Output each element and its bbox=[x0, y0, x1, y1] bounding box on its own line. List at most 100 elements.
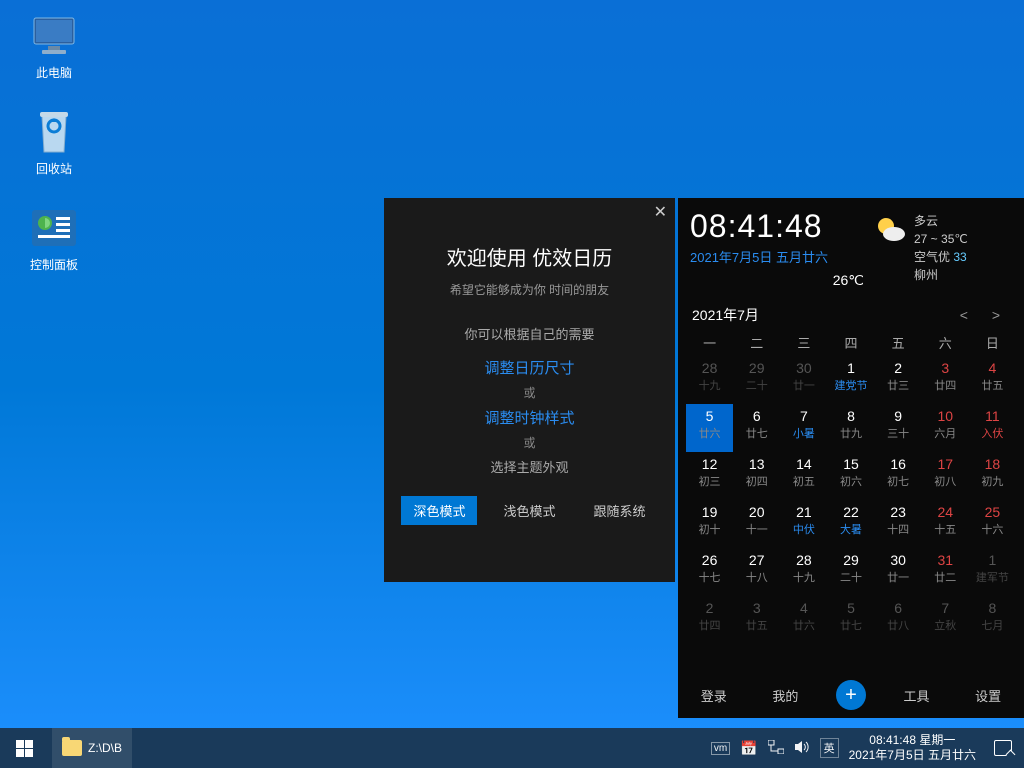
calendar-day[interactable]: 16初七 bbox=[875, 452, 922, 500]
folder-icon bbox=[62, 740, 82, 756]
clock-time: 08:41:48 bbox=[690, 208, 872, 245]
desktop-icon-recycle-bin[interactable]: 回收站 bbox=[16, 108, 92, 177]
weekday: 五 bbox=[875, 333, 922, 352]
calendar-day[interactable]: 2廿四 bbox=[686, 596, 733, 644]
calendar-day[interactable]: 8七月 bbox=[969, 596, 1016, 644]
tab-mine[interactable]: 我的 bbox=[764, 680, 806, 711]
vm-icon[interactable]: vm bbox=[711, 742, 730, 755]
volume-icon[interactable] bbox=[794, 740, 810, 757]
tab-settings[interactable]: 设置 bbox=[967, 680, 1009, 711]
weather-condition: 多云 bbox=[914, 212, 968, 230]
weather-icon bbox=[872, 212, 908, 248]
calendar-day[interactable]: 12初三 bbox=[686, 452, 733, 500]
calendar-day[interactable]: 3廿五 bbox=[733, 596, 780, 644]
calendar-day[interactable]: 7立秋 bbox=[922, 596, 969, 644]
theme-follow-button[interactable]: 跟随系统 bbox=[582, 496, 658, 525]
calendar-day[interactable]: 9三十 bbox=[875, 404, 922, 452]
calendar-day[interactable]: 14初五 bbox=[780, 452, 827, 500]
ime-indicator[interactable]: 英 bbox=[820, 738, 839, 758]
theme-prompt: 选择主题外观 bbox=[396, 457, 663, 476]
month-label[interactable]: 2021年7月 bbox=[692, 305, 759, 325]
weather-aqi: 33 bbox=[953, 250, 966, 264]
computer-icon bbox=[30, 12, 78, 60]
network-icon[interactable] bbox=[768, 740, 784, 757]
weekday: 四 bbox=[827, 333, 874, 352]
prev-month-button[interactable]: < bbox=[960, 307, 968, 323]
calendar-tray-icon[interactable]: 📅 bbox=[740, 740, 757, 757]
desktop-icon-label: 控制面板 bbox=[30, 258, 78, 272]
weather-block[interactable]: 多云 27 ~ 35℃ 空气优 33 柳州 bbox=[872, 208, 1012, 289]
calendar-day[interactable]: 6廿七 bbox=[733, 404, 780, 452]
calendar-day[interactable]: 23十四 bbox=[875, 500, 922, 548]
weather-city: 柳州 bbox=[914, 266, 968, 284]
calendar-day[interactable]: 6廿八 bbox=[875, 596, 922, 644]
next-month-button[interactable]: > bbox=[992, 307, 1000, 323]
tab-tools[interactable]: 工具 bbox=[896, 680, 938, 711]
taskbar-explorer[interactable]: Z:\D\B bbox=[52, 728, 132, 768]
calendar-day[interactable]: 1建军节 bbox=[969, 548, 1016, 596]
calendar-day[interactable]: 13初四 bbox=[733, 452, 780, 500]
calendar-day[interactable]: 2廿三 bbox=[875, 356, 922, 404]
calendar-day[interactable]: 22大暑 bbox=[827, 500, 874, 548]
weekday: 日 bbox=[969, 333, 1016, 352]
calendar-day[interactable]: 30廿一 bbox=[875, 548, 922, 596]
calendar-day[interactable]: 7小暑 bbox=[780, 404, 827, 452]
tray-clock[interactable]: 08:41:48 星期一 2021年7月5日 五月廿六 bbox=[849, 733, 976, 763]
calendar-day[interactable]: 10六月 bbox=[922, 404, 969, 452]
theme-light-button[interactable]: 浅色模式 bbox=[491, 496, 567, 525]
calendar-day[interactable]: 18初九 bbox=[969, 452, 1016, 500]
calendar-day[interactable]: 28十九 bbox=[780, 548, 827, 596]
calendar-day[interactable]: 21中伏 bbox=[780, 500, 827, 548]
calendar-grid: 28十九29二十30廿一1建党节2廿三3廿四4廿五5廿六6廿七7小暑8廿九9三十… bbox=[678, 356, 1024, 644]
weekday: 二 bbox=[733, 333, 780, 352]
calendar-day[interactable]: 25十六 bbox=[969, 500, 1016, 548]
add-button[interactable]: + bbox=[836, 680, 866, 710]
calendar-day[interactable]: 29二十 bbox=[733, 356, 780, 404]
weekday: 三 bbox=[780, 333, 827, 352]
clock-date: 2021年7月5日 五月廿六 bbox=[690, 247, 872, 266]
weather-range: 27 ~ 35℃ bbox=[914, 230, 968, 248]
explorer-path: Z:\D\B bbox=[88, 741, 122, 755]
calendar-day[interactable]: 3廿四 bbox=[922, 356, 969, 404]
adjust-clock-link[interactable]: 调整时钟样式 bbox=[396, 407, 663, 428]
current-temp: 26℃ bbox=[690, 272, 872, 289]
calendar-day[interactable]: 11入伏 bbox=[969, 404, 1016, 452]
calendar-day[interactable]: 24十五 bbox=[922, 500, 969, 548]
or-text: 或 bbox=[396, 384, 663, 401]
calendar-day[interactable]: 4廿六 bbox=[780, 596, 827, 644]
taskbar: Z:\D\B vm 📅 英 08:41:48 星期一 2021年7月5日 五月廿… bbox=[0, 728, 1024, 768]
calendar-day[interactable]: 30廿一 bbox=[780, 356, 827, 404]
clock-block: 08:41:48 2021年7月5日 五月廿六 26℃ bbox=[690, 208, 872, 289]
calendar-day[interactable]: 31廿二 bbox=[922, 548, 969, 596]
windows-icon bbox=[16, 740, 33, 757]
calendar-day[interactable]: 8廿九 bbox=[827, 404, 874, 452]
desktop-icon-control-panel[interactable]: 控制面板 bbox=[16, 204, 92, 273]
calendar-day[interactable]: 1建党节 bbox=[827, 356, 874, 404]
weekday-header: 一二三四五六日 bbox=[678, 329, 1024, 356]
calendar-day[interactable]: 5廿六 bbox=[686, 404, 733, 452]
adjust-size-link[interactable]: 调整日历尺寸 bbox=[396, 357, 663, 378]
calendar-day[interactable]: 4廿五 bbox=[969, 356, 1016, 404]
tab-login[interactable]: 登录 bbox=[693, 680, 735, 711]
calendar-day[interactable]: 17初八 bbox=[922, 452, 969, 500]
desktop-icon-this-pc[interactable]: 此电脑 bbox=[16, 12, 92, 81]
calendar-day[interactable]: 20十一 bbox=[733, 500, 780, 548]
desktop-icon-label: 回收站 bbox=[36, 162, 72, 176]
calendar-day[interactable]: 29二十 bbox=[827, 548, 874, 596]
calendar-day[interactable]: 15初六 bbox=[827, 452, 874, 500]
calendar-day[interactable]: 27十八 bbox=[733, 548, 780, 596]
tray-clock-time: 08:41:48 星期一 bbox=[849, 733, 976, 748]
welcome-prompt: 你可以根据自己的需要 bbox=[396, 324, 663, 343]
theme-dark-button[interactable]: 深色模式 bbox=[401, 496, 477, 525]
calendar-day[interactable]: 28十九 bbox=[686, 356, 733, 404]
start-button[interactable] bbox=[0, 728, 48, 768]
control-panel-icon bbox=[30, 204, 78, 252]
weekday: 一 bbox=[686, 333, 733, 352]
calendar-day[interactable]: 5廿七 bbox=[827, 596, 874, 644]
calendar-panel: 08:41:48 2021年7月5日 五月廿六 26℃ 多云 27 ~ 35℃ … bbox=[678, 198, 1024, 718]
close-icon[interactable]: ✕ bbox=[654, 202, 667, 222]
welcome-subtitle: 希望它能够成为你 时间的朋友 bbox=[396, 281, 663, 298]
action-center-icon[interactable] bbox=[994, 740, 1012, 756]
calendar-day[interactable]: 19初十 bbox=[686, 500, 733, 548]
calendar-day[interactable]: 26十七 bbox=[686, 548, 733, 596]
